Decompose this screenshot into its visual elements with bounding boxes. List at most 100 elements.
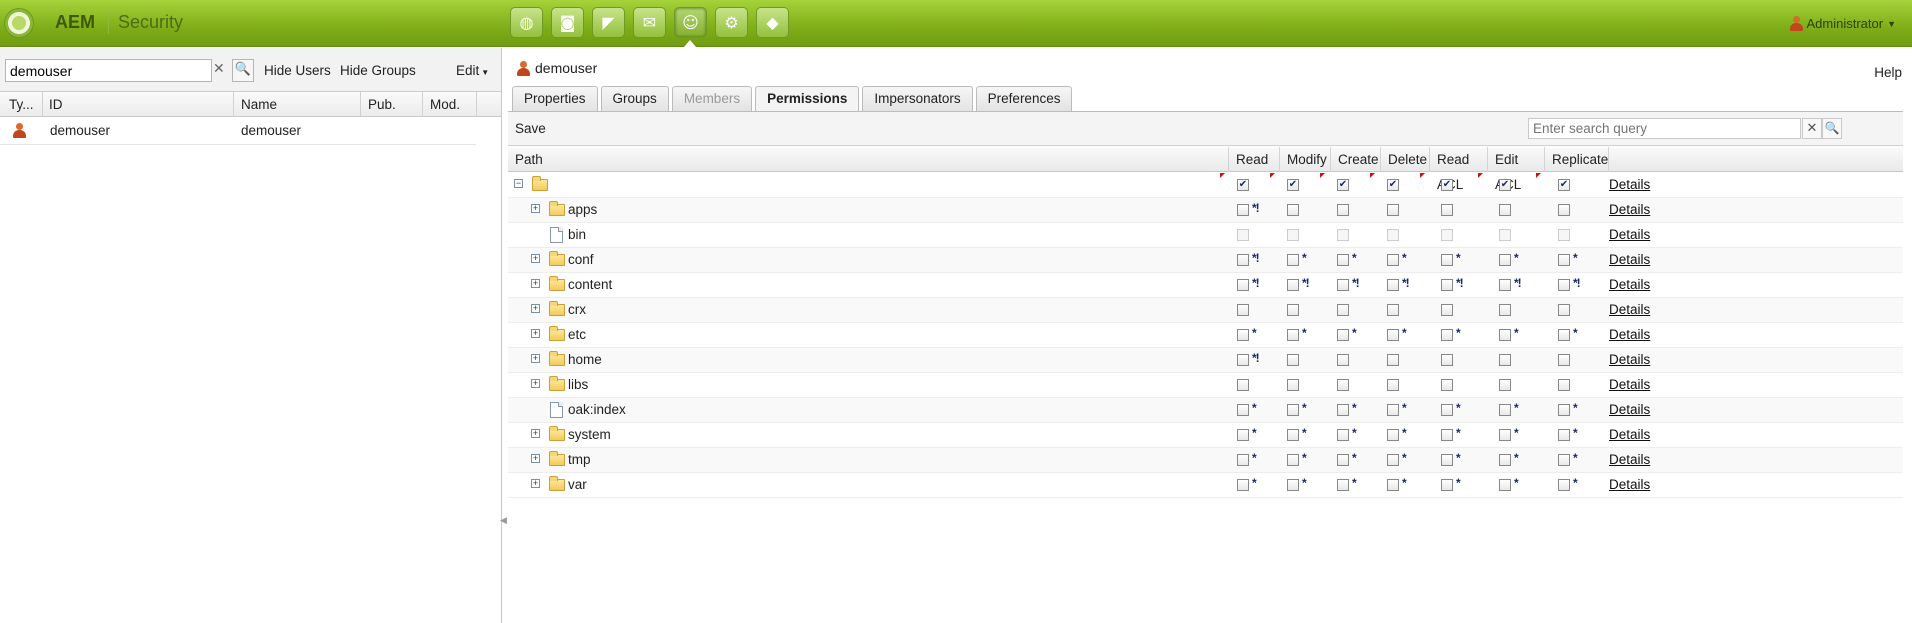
edit-acl-checkbox[interactable] [1499, 454, 1511, 466]
edit-acl-checkbox[interactable] [1499, 354, 1511, 366]
modify-checkbox[interactable] [1287, 204, 1299, 216]
expand-icon[interactable]: + [531, 254, 540, 263]
replicate-checkbox[interactable] [1558, 454, 1570, 466]
delete-checkbox[interactable] [1387, 454, 1399, 466]
delete-checkbox[interactable] [1387, 379, 1399, 391]
tree-node-label[interactable]: var [568, 477, 587, 492]
path-search-input[interactable] [1528, 118, 1801, 139]
delete-checkbox[interactable] [1387, 329, 1399, 341]
tree-row[interactable]: oak:index * * * * * * * Details [508, 398, 1903, 423]
expand-icon[interactable]: + [531, 429, 540, 438]
column-read-acl[interactable]: Read ACL [1429, 147, 1487, 192]
delete-checkbox[interactable]: ✔ [1387, 179, 1399, 191]
create-checkbox[interactable] [1337, 254, 1349, 266]
column-modify[interactable]: Modify [1279, 147, 1330, 172]
expand-icon[interactable]: + [531, 379, 540, 388]
read-acl-checkbox[interactable] [1441, 329, 1453, 341]
delete-checkbox[interactable] [1387, 404, 1399, 416]
edit-acl-checkbox[interactable] [1499, 304, 1511, 316]
users-console-button[interactable]: ☺ [674, 7, 707, 38]
tree-row[interactable]: + libs Details [508, 373, 1903, 398]
read-acl-checkbox[interactable]: ✔ [1441, 179, 1453, 191]
modify-checkbox[interactable] [1287, 354, 1299, 366]
collapse-panel-handle[interactable]: ◀ [500, 516, 507, 526]
tree-node-label[interactable]: etc [568, 327, 586, 342]
details-link[interactable]: Details [1609, 402, 1650, 417]
gear-console-button[interactable]: ⚙ [715, 7, 748, 38]
expand-icon[interactable]: + [531, 279, 540, 288]
read-acl-checkbox[interactable] [1441, 254, 1453, 266]
tree-node-label[interactable]: bin [568, 227, 586, 242]
megaphone-console-button[interactable]: ◤ [592, 7, 625, 38]
search-icon[interactable]: 🔍 [1822, 118, 1842, 139]
details-link[interactable]: Details [1609, 252, 1650, 267]
create-checkbox[interactable]: ✔ [1337, 179, 1349, 191]
edit-acl-checkbox[interactable] [1499, 404, 1511, 416]
column-create[interactable]: Create [1330, 147, 1380, 172]
read-checkbox[interactable] [1237, 279, 1249, 291]
delete-checkbox[interactable] [1387, 279, 1399, 291]
details-link[interactable]: Details [1609, 327, 1650, 342]
delete-checkbox[interactable] [1387, 479, 1399, 491]
modify-checkbox[interactable] [1287, 254, 1299, 266]
details-link[interactable]: Details [1609, 302, 1650, 317]
globe-console-button[interactable]: ◍ [510, 7, 543, 38]
modify-checkbox[interactable] [1287, 279, 1299, 291]
read-checkbox[interactable] [1237, 204, 1249, 216]
tree-node-label[interactable]: home [568, 352, 602, 367]
tree-row[interactable]: bin Details [508, 223, 1903, 248]
details-link[interactable]: Details [1609, 227, 1650, 242]
tree-row[interactable]: + apps *! Details [508, 198, 1903, 223]
details-link[interactable]: Details [1609, 177, 1650, 192]
tree-row[interactable]: + content *! *! *! *! *! *! *! Details [508, 273, 1903, 298]
column-delete[interactable]: Delete [1380, 147, 1429, 172]
edit-acl-checkbox[interactable] [1499, 254, 1511, 266]
read-acl-checkbox[interactable] [1441, 379, 1453, 391]
read-checkbox[interactable]: ✔ [1237, 179, 1249, 191]
create-checkbox[interactable] [1337, 204, 1349, 216]
delete-checkbox[interactable] [1387, 429, 1399, 441]
read-checkbox[interactable] [1237, 254, 1249, 266]
read-acl-checkbox[interactable] [1441, 279, 1453, 291]
edit-acl-checkbox[interactable] [1499, 379, 1511, 391]
replicate-checkbox[interactable] [1558, 479, 1570, 491]
replicate-checkbox[interactable] [1558, 404, 1570, 416]
tab-groups[interactable]: Groups [600, 86, 669, 111]
expand-icon[interactable]: + [531, 479, 540, 488]
column-edit-acl[interactable]: Edit ACL [1487, 147, 1544, 192]
tree-node-label[interactable]: crx [568, 302, 586, 317]
delete-checkbox[interactable] [1387, 304, 1399, 316]
details-link[interactable]: Details [1609, 377, 1650, 392]
tree-row[interactable]: + crx Details [508, 298, 1903, 323]
tree-node-label[interactable]: content [568, 277, 612, 292]
details-link[interactable]: Details [1609, 352, 1650, 367]
tab-preferences[interactable]: Preferences [975, 86, 1073, 111]
read-acl-checkbox[interactable] [1441, 304, 1453, 316]
tree-node-label[interactable]: apps [568, 202, 597, 217]
read-acl-checkbox[interactable] [1441, 479, 1453, 491]
read-checkbox[interactable] [1237, 454, 1249, 466]
edit-acl-checkbox[interactable] [1499, 329, 1511, 341]
collapse-icon[interactable]: − [514, 179, 523, 188]
replicate-checkbox[interactable]: ✔ [1558, 179, 1570, 191]
expand-icon[interactable]: + [531, 204, 540, 213]
read-acl-checkbox[interactable] [1441, 429, 1453, 441]
search-icon[interactable]: 🔍 [232, 59, 254, 82]
tree-node-label[interactable]: oak:index [568, 402, 626, 417]
user-search-input[interactable] [5, 59, 212, 82]
read-checkbox[interactable] [1237, 329, 1249, 341]
modify-checkbox[interactable] [1287, 329, 1299, 341]
details-link[interactable]: Details [1609, 452, 1650, 467]
create-checkbox[interactable] [1337, 354, 1349, 366]
user-menu[interactable]: Administrator ▼ [1789, 16, 1896, 31]
details-link[interactable]: Details [1609, 477, 1650, 492]
details-link[interactable]: Details [1609, 427, 1650, 442]
replicate-checkbox[interactable] [1558, 204, 1570, 216]
modify-checkbox[interactable] [1287, 454, 1299, 466]
read-acl-checkbox[interactable] [1441, 204, 1453, 216]
create-checkbox[interactable] [1337, 404, 1349, 416]
tree-row[interactable]: + tmp * * * * * * * Details [508, 448, 1903, 473]
tree-row[interactable]: + etc * * * * * * * Details [508, 323, 1903, 348]
read-checkbox[interactable] [1237, 404, 1249, 416]
create-checkbox[interactable] [1337, 479, 1349, 491]
